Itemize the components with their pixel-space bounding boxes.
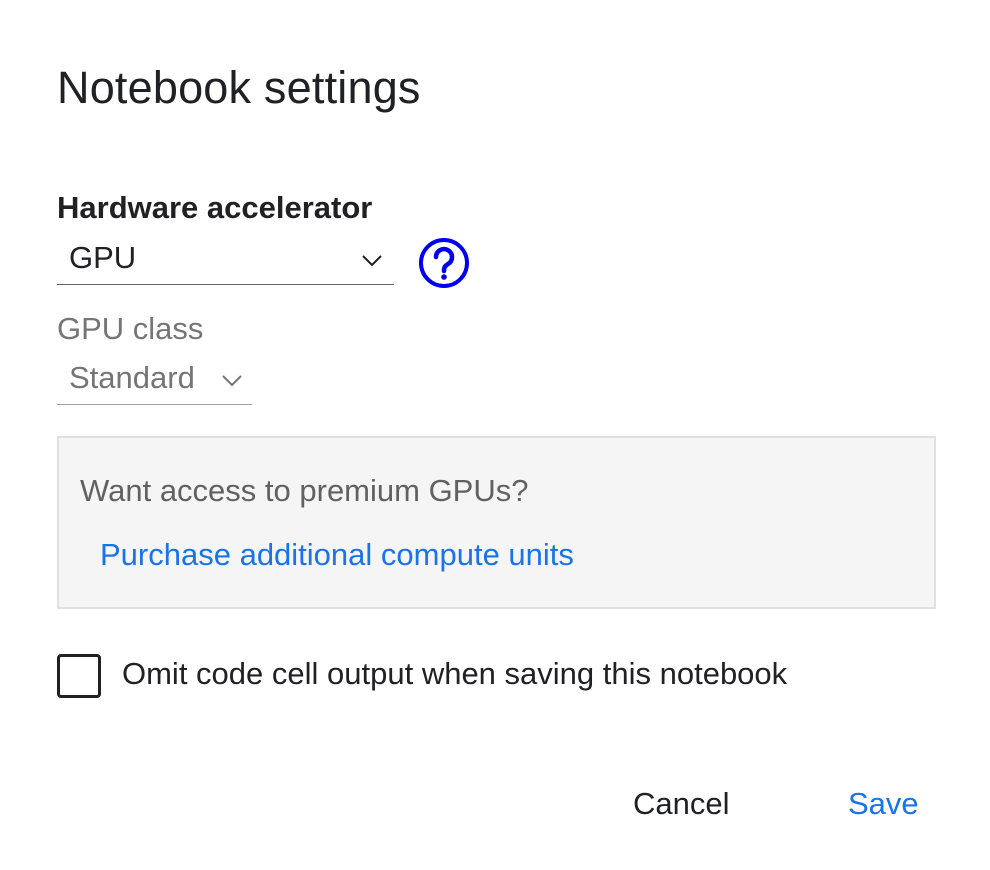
hardware-accelerator-select[interactable]: GPU [57, 236, 394, 285]
premium-gpu-promo-panel: Want access to premium GPUs? Purchase ad… [57, 436, 936, 609]
dialog-title: Notebook settings [57, 62, 421, 113]
hardware-accelerator-label: Hardware accelerator [57, 190, 373, 225]
hardware-accelerator-value: GPU [69, 240, 137, 275]
help-circle-icon[interactable] [417, 237, 471, 291]
gpu-class-label: GPU class [57, 311, 204, 346]
notebook-settings-dialog: Notebook settings Hardware accelerator G… [0, 0, 990, 870]
chevron-down-icon [220, 368, 244, 397]
chevron-down-icon [360, 248, 384, 277]
gpu-class-value: Standard [69, 360, 195, 395]
omit-output-label: Omit code cell output when saving this n… [122, 656, 788, 691]
cancel-button[interactable]: Cancel [633, 786, 730, 822]
purchase-compute-units-link[interactable]: Purchase additional compute units [100, 537, 574, 573]
save-button[interactable]: Save [848, 786, 919, 822]
premium-gpu-promo-text: Want access to premium GPUs? [80, 473, 529, 508]
gpu-class-select[interactable]: Standard [57, 356, 252, 405]
omit-output-checkbox[interactable] [57, 654, 101, 698]
